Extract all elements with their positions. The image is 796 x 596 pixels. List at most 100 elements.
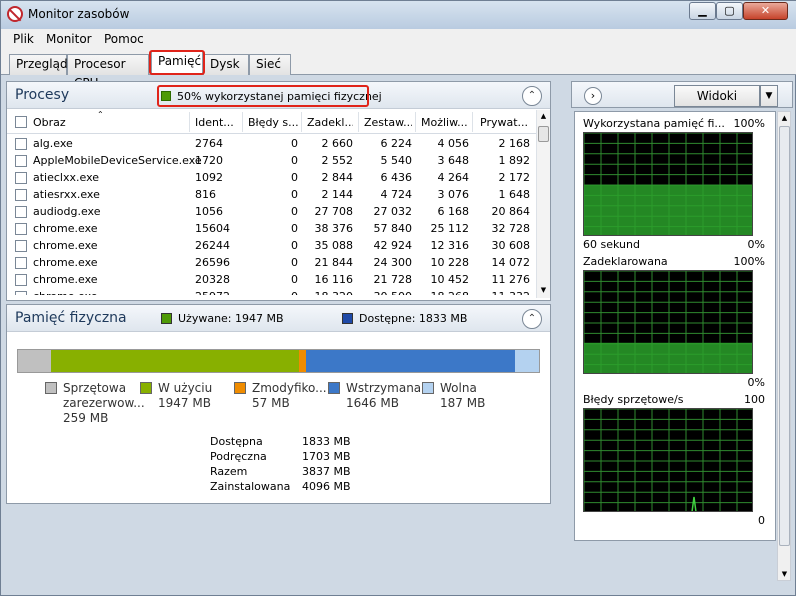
used-label: Używane: 1947 MB <box>178 312 284 325</box>
graph1-max: 100% <box>733 117 765 130</box>
physical-memory-section: Pamięć fizyczna Używane: 1947 MB Dostępn… <box>6 304 551 504</box>
row-cell: atiesrxx.exe <box>33 188 100 201</box>
memory-bar <box>17 349 540 373</box>
expand-arrow-icon[interactable]: › <box>584 87 602 105</box>
row-cell: 1 892 <box>498 154 531 167</box>
row-cell: 18 320 <box>307 290 354 295</box>
row-checkbox[interactable] <box>15 155 27 167</box>
col-pid[interactable]: Ident... <box>195 116 239 129</box>
summary-cached-value: 1703 MB <box>302 450 351 463</box>
table-row[interactable]: chrome.exe 25972 0 18 320 30 500 18 268 11 332 <box>7 288 537 295</box>
row-checkbox[interactable] <box>15 189 27 201</box>
col-commit[interactable]: Zadekl... <box>307 116 353 129</box>
tab-przeglad[interactable]: Przegląd <box>9 54 68 75</box>
legend-free-label: Wolna <box>440 381 477 395</box>
row-cell: 3 648 <box>437 154 470 167</box>
row-checkbox[interactable] <box>15 223 27 235</box>
row-cell: 6 168 <box>437 205 470 218</box>
summary-total-value: 3837 MB <box>302 465 351 478</box>
right-scrollbar[interactable]: ▲ ▼ <box>777 111 791 581</box>
row-cell: 26596 <box>195 256 230 269</box>
row-cell: 0 <box>291 137 298 150</box>
available-label: Dostępne: 1833 MB <box>359 312 468 325</box>
right-scroll-thumb[interactable] <box>779 126 790 546</box>
graph-svg <box>584 271 752 373</box>
col-image[interactable]: Obraz <box>33 116 183 129</box>
collapse-processes-button[interactable]: ⌃ <box>522 86 542 106</box>
scroll-thumb[interactable] <box>538 126 549 142</box>
col-hard-faults[interactable]: Błędy s... <box>248 116 298 129</box>
row-cell: 25 112 <box>430 222 470 235</box>
graph2-max: 100% <box>733 255 765 268</box>
table-row[interactable]: chrome.exe 15604 0 38 376 57 840 25 112 32 728 <box>7 220 537 237</box>
app-icon <box>7 6 23 22</box>
row-cell: alg.exe <box>33 137 73 150</box>
row-cell: chrome.exe <box>33 290 183 295</box>
menu-monitor[interactable]: Monitor <box>46 32 92 46</box>
summary-installed-value: 4096 MB <box>302 480 351 493</box>
table-row[interactable]: atieclxx.exe 1092 0 2 844 6 436 4 264 2 172 <box>7 169 537 186</box>
processes-scrollbar[interactable]: ▲ ▼ <box>536 110 550 298</box>
summary-installed-label: Zainstalowana <box>210 480 291 493</box>
graph3-hard-faults <box>583 408 753 512</box>
graph1-time-label: 60 sekund <box>583 238 640 251</box>
row-checkbox[interactable] <box>15 240 27 252</box>
table-row[interactable]: alg.exe 2764 0 2 660 6 224 4 056 2 168 <box>7 135 537 152</box>
row-cell: 2 172 <box>498 171 531 184</box>
minimize-button[interactable]: ▁ <box>689 2 716 20</box>
row-cell: 2764 <box>195 137 223 150</box>
tab-cpu[interactable]: Procesor CPU <box>67 54 149 90</box>
process-rows: alg.exe 2764 0 2 660 6 224 4 056 2 168 AppleMob… <box>7 135 537 295</box>
table-row[interactable]: chrome.exe 20328 0 16 116 21 728 10 452 11 276 <box>7 271 537 288</box>
title-bar[interactable]: Monitor zasobów ▁ ▢ ✕ <box>1 1 796 29</box>
views-button[interactable]: Widoki <box>674 85 760 107</box>
graph-fill <box>584 342 752 373</box>
left-pane: Procesy 50% wykorzystanej pamięci fizycz… <box>6 81 551 591</box>
table-row[interactable]: chrome.exe 26596 0 21 844 24 300 10 228 14 072 <box>7 254 537 271</box>
menu-plik[interactable]: Plik <box>13 32 34 46</box>
col-shareable[interactable]: Możliw... <box>421 116 469 129</box>
row-cell: 57 840 <box>373 222 413 235</box>
window-title: Monitor zasobów <box>28 7 130 21</box>
close-button[interactable]: ✕ <box>743 2 788 20</box>
row-cell: 42 924 <box>373 239 413 252</box>
row-checkbox[interactable] <box>15 274 27 286</box>
row-checkbox[interactable] <box>15 172 27 184</box>
col-private[interactable]: Prywat... <box>480 116 530 129</box>
menu-pomoc[interactable]: Pomoc <box>104 32 144 46</box>
select-all-checkbox[interactable] <box>15 116 27 128</box>
legend-in-use-label: W użyciu <box>158 381 213 395</box>
row-cell: 1720 <box>195 154 223 167</box>
row-cell: 3 076 <box>437 188 470 201</box>
graph-svg <box>584 409 752 511</box>
collapse-physical-memory-button[interactable]: ⌃ <box>522 309 542 329</box>
processes-section: Procesy 50% wykorzystanej pamięci fizycz… <box>6 81 551 301</box>
row-cell: 4 264 <box>437 171 470 184</box>
row-cell: 2 144 <box>321 188 354 201</box>
row-cell: 27 032 <box>373 205 413 218</box>
row-checkbox[interactable] <box>15 206 27 218</box>
row-cell: 1092 <box>195 171 223 184</box>
views-dropdown-icon[interactable]: ▼ <box>760 85 778 107</box>
row-cell: 14 072 <box>491 256 531 269</box>
processes-title: Procesy <box>15 87 70 103</box>
row-cell: 0 <box>291 222 298 235</box>
summary-available-value: 1833 MB <box>302 435 351 448</box>
legend-free-swatch <box>422 382 434 394</box>
tab-highlight-box <box>149 50 205 75</box>
table-row[interactable]: atiesrxx.exe 816 0 2 144 4 724 3 076 1 648 <box>7 186 537 203</box>
tab-disk[interactable]: Dysk <box>203 54 249 75</box>
row-cell: 20328 <box>195 273 230 286</box>
processes-header[interactable]: Procesy 50% wykorzystanej pamięci fizycz… <box>7 82 550 109</box>
row-cell: 11 332 <box>480 290 531 295</box>
maximize-button[interactable]: ▢ <box>716 2 743 20</box>
col-working-set[interactable]: Zestaw... <box>364 116 412 129</box>
row-checkbox[interactable] <box>15 291 27 295</box>
row-checkbox[interactable] <box>15 138 27 150</box>
physical-memory-header[interactable]: Pamięć fizyczna Używane: 1947 MB Dostępn… <box>7 305 550 332</box>
row-checkbox[interactable] <box>15 257 27 269</box>
table-row[interactable]: chrome.exe 26244 0 35 088 42 924 12 316 30 608 <box>7 237 537 254</box>
tab-network[interactable]: Sieć <box>249 54 291 75</box>
table-row[interactable]: audiodg.exe 1056 0 27 708 27 032 6 168 20 864 <box>7 203 537 220</box>
table-row[interactable]: AppleMobileDeviceService.exe 1720 0 2 552 5 … <box>7 152 537 169</box>
